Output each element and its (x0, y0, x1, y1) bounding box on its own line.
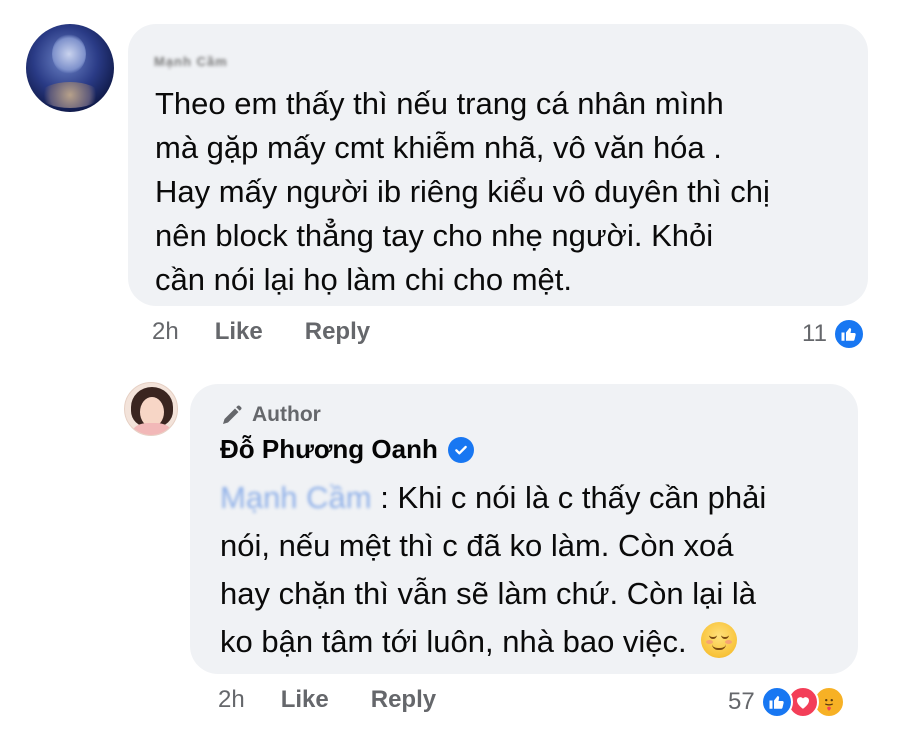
author-avatar[interactable] (124, 382, 178, 436)
reply-actions: 2h Like Reply (218, 686, 478, 714)
reply-author: Đỗ Phương Oanh (220, 434, 474, 465)
like-icon (760, 686, 793, 718)
avatar-blurred-body (40, 82, 100, 108)
reply-reactions[interactable]: 57 (728, 686, 845, 718)
author-badge: Author (220, 403, 321, 427)
reply-like-button[interactable]: Like (281, 686, 329, 714)
reply-reply-button[interactable]: Reply (371, 686, 436, 714)
avatar-body (133, 423, 171, 435)
comment-reactions[interactable]: 11 (802, 318, 865, 350)
reply-text: Mạnh Cầm : Khi c nói là c thấy cần phải … (220, 474, 840, 666)
comment-actions: 2h Like Reply (152, 318, 412, 346)
comment-line: mà gặp mấy cmt khiễm nhã, vô văn hóa . (155, 130, 722, 165)
comment-like-button[interactable]: Like (215, 318, 263, 346)
avatar-blurred-face (52, 34, 86, 74)
comment-line: nên block thẳng tay cho nhẹ người. Khỏi (155, 218, 714, 253)
commenter-name-blurred[interactable]: Mạnh Cầm (154, 54, 228, 69)
comment-line: cần nói lại họ làm chi cho mệt. (155, 262, 572, 297)
reply-line: Mạnh Cầm : Khi c nói là c thấy cần phải (220, 474, 840, 522)
reply-line: ko bận tâm tới luôn, nhà bao việc. (220, 618, 840, 666)
comment-timestamp[interactable]: 2h (152, 318, 179, 346)
pen-icon (223, 405, 242, 424)
reply-line: nói, nếu mệt thì c đã ko làm. Còn xoá (220, 528, 734, 563)
reply-author-name[interactable]: Đỗ Phương Oanh (220, 434, 438, 465)
comment-reply-button[interactable]: Reply (305, 318, 370, 346)
comment-line: Theo em thấy thì nếu trang cá nhân mình (155, 86, 724, 121)
reply-timestamp[interactable]: 2h (218, 686, 245, 714)
reply-reaction-count: 57 (728, 688, 755, 715)
comment-reaction-count: 11 (802, 320, 827, 347)
reply-line: hay chặn thì vẫn sẽ làm chứ. Còn lại là (220, 576, 756, 611)
comment-text: Theo em thấy thì nếu trang cá nhân mình … (155, 82, 855, 302)
relieved-face-emoji-icon (701, 622, 738, 658)
author-badge-label: Author (252, 403, 321, 426)
verified-badge-icon (447, 436, 474, 463)
reply-line-text: : Khi c nói là c thấy cần phải (380, 480, 767, 515)
mention-link[interactable]: Mạnh Cầm (220, 480, 372, 515)
like-icon (832, 318, 865, 350)
comment-line: Hay mấy người ib riêng kiểu vô duyên thì… (155, 174, 770, 209)
reply-line-text: ko bận tâm tới luôn, nhà bao việc. (220, 624, 687, 659)
commenter-avatar[interactable] (26, 24, 114, 112)
